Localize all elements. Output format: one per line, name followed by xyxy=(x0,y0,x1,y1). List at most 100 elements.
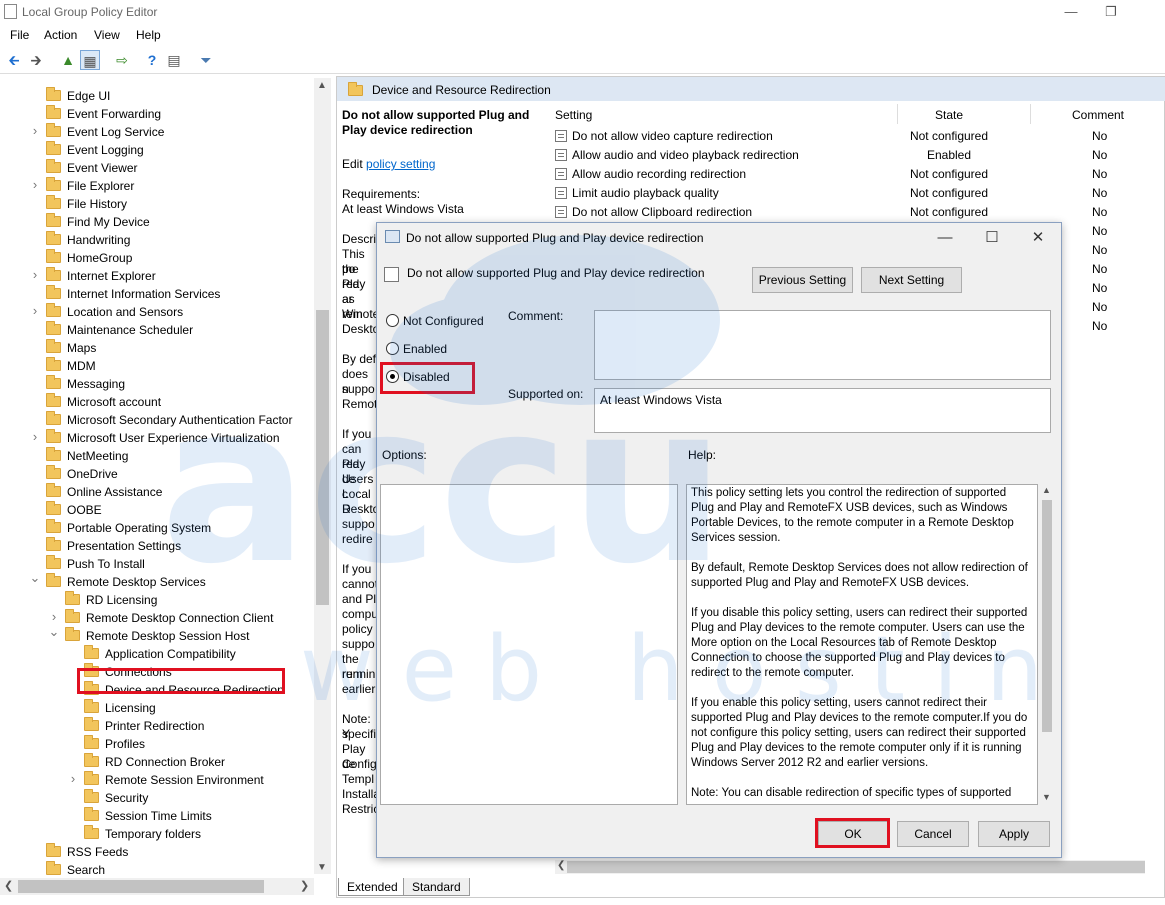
tab-standard[interactable]: Standard xyxy=(403,878,470,896)
tree-item[interactable]: Event Viewer xyxy=(46,159,137,177)
radio-circle[interactable] xyxy=(386,314,399,327)
tree-item[interactable]: Edge UI xyxy=(46,87,110,105)
help-icon[interactable]: ? xyxy=(142,50,162,70)
tree-item[interactable]: Application Compatibility xyxy=(84,645,236,663)
tree-item[interactable]: Remote Desktop Session Host xyxy=(65,627,249,645)
export-list-icon[interactable]: ⇨ xyxy=(112,50,132,70)
column-header-state[interactable]: State xyxy=(935,108,963,122)
collapsed-chevron-icon[interactable]: › xyxy=(29,267,41,282)
scroll-left-icon[interactable]: ❮ xyxy=(4,879,13,892)
tree-item[interactable]: Location and Sensors xyxy=(46,303,183,321)
radio-not-configured[interactable]: Not Configured xyxy=(386,313,484,329)
tree-item[interactable]: Event Logging xyxy=(46,141,144,159)
dialog-minimize-button[interactable]: — xyxy=(930,228,960,248)
apply-button[interactable]: Apply xyxy=(978,821,1050,847)
pane-scroll-left-icon[interactable]: ❮ xyxy=(557,860,565,871)
tree-item[interactable]: Printer Redirection xyxy=(84,717,204,735)
back-arrow-icon[interactable]: 🡰 xyxy=(4,50,24,70)
tree-item[interactable]: Remote Session Environment xyxy=(84,771,264,789)
tree-item[interactable]: Online Assistance xyxy=(46,483,162,501)
dialog-close-button[interactable]: ✕ xyxy=(1023,228,1053,248)
tree-item[interactable]: Remote Desktop Services xyxy=(46,573,206,591)
tree-item[interactable]: Event Log Service xyxy=(46,123,164,141)
settings-row[interactable]: Do not allow Clipboard redirection xyxy=(555,203,752,222)
expanded-chevron-icon[interactable]: ⌄ xyxy=(29,570,41,586)
pane-hscroll-thumb[interactable] xyxy=(567,861,1145,873)
comment-textarea[interactable] xyxy=(594,310,1051,380)
tree-item[interactable]: OOBE xyxy=(46,501,102,519)
tree-item[interactable]: Presentation Settings xyxy=(46,537,181,555)
tree-item[interactable]: Session Time Limits xyxy=(84,807,212,825)
expanded-chevron-icon[interactable]: ⌄ xyxy=(48,624,60,640)
collapsed-chevron-icon[interactable]: › xyxy=(29,177,41,192)
tree-item[interactable]: Profiles xyxy=(84,735,145,753)
tree-item[interactable]: OneDrive xyxy=(46,465,118,483)
column-header-setting[interactable]: Setting xyxy=(555,108,592,122)
tree-item[interactable]: Microsoft account xyxy=(46,393,161,411)
menu-file[interactable]: File xyxy=(10,28,29,42)
collapsed-chevron-icon[interactable]: › xyxy=(29,123,41,138)
tree-item[interactable]: File Explorer xyxy=(46,177,134,195)
previous-setting-button[interactable]: Previous Setting xyxy=(752,267,853,293)
tree-item[interactable]: Security xyxy=(84,789,148,807)
tree-item[interactable]: Microsoft User Experience Virtualization xyxy=(46,429,280,447)
tree-item[interactable]: Maintenance Scheduler xyxy=(46,321,193,339)
help-scroll-down-icon[interactable]: ▼ xyxy=(1042,792,1051,802)
collapsed-chevron-icon[interactable]: › xyxy=(67,771,79,786)
tree-item[interactable]: Remote Desktop Connection Client xyxy=(65,609,273,627)
up-folder-icon[interactable]: ▲ xyxy=(58,50,78,70)
tree-item[interactable]: Event Forwarding xyxy=(46,105,161,123)
tree-item[interactable]: RD Licensing xyxy=(65,591,157,609)
tree-item[interactable]: NetMeeting xyxy=(46,447,128,465)
tree-hscroll-thumb[interactable] xyxy=(18,880,264,893)
settings-row[interactable]: Allow audio recording redirection xyxy=(555,165,746,184)
tree-item[interactable]: Internet Explorer xyxy=(46,267,156,285)
restore-button[interactable]: ❐ xyxy=(1096,2,1126,22)
help-scroll-thumb[interactable] xyxy=(1042,500,1052,732)
settings-row[interactable]: Allow audio and video playback redirecti… xyxy=(555,146,799,165)
help-scroll-up-icon[interactable]: ▲ xyxy=(1042,485,1051,495)
forward-arrow-icon[interactable]: 🡲 xyxy=(26,50,46,70)
menu-view[interactable]: View xyxy=(94,28,120,42)
tree-item[interactable]: Search xyxy=(46,861,105,879)
tree-scroll-thumb[interactable] xyxy=(316,310,329,605)
tree-item[interactable]: Licensing xyxy=(84,699,156,717)
properties-icon[interactable]: ▤ xyxy=(164,50,184,70)
collapsed-chevron-icon[interactable]: › xyxy=(48,609,60,624)
menu-help[interactable]: Help xyxy=(136,28,161,42)
collapsed-chevron-icon[interactable]: › xyxy=(29,429,41,444)
tree-item[interactable]: Portable Operating System xyxy=(46,519,211,537)
scroll-right-icon[interactable]: ❯ xyxy=(300,879,309,892)
cancel-button[interactable]: Cancel xyxy=(897,821,969,847)
settings-row[interactable]: Limit audio playback quality xyxy=(555,184,719,203)
minimize-button[interactable]: — xyxy=(1056,2,1086,22)
tree-item[interactable]: Push To Install xyxy=(46,555,145,573)
policy-tree[interactable]: Edge UI Event Forwarding Event Log Service… xyxy=(0,78,332,898)
dialog-maximize-button[interactable]: ☐ xyxy=(977,228,1007,248)
tree-item[interactable]: Internet Information Services xyxy=(46,285,220,303)
tree-item[interactable]: File History xyxy=(46,195,127,213)
filter-icon[interactable]: ⏷ xyxy=(196,50,216,70)
tree-item[interactable]: Microsoft Secondary Authentication Facto… xyxy=(46,411,292,429)
scroll-down-icon[interactable]: ▼ xyxy=(317,862,327,873)
tree-item[interactable]: Maps xyxy=(46,339,96,357)
tree-item[interactable]: MDM xyxy=(46,357,96,375)
tree-item[interactable]: Messaging xyxy=(46,375,125,393)
tree-item[interactable]: RSS Feeds xyxy=(46,843,128,861)
settings-row[interactable]: Do not allow video capture redirection xyxy=(555,127,773,146)
tab-extended[interactable]: Extended xyxy=(338,878,407,896)
column-header-comment[interactable]: Comment xyxy=(1072,108,1124,122)
collapsed-chevron-icon[interactable]: › xyxy=(29,303,41,318)
menu-action[interactable]: Action xyxy=(44,28,77,42)
tree-item[interactable]: HomeGroup xyxy=(46,249,132,267)
edit-policy-link[interactable]: policy setting xyxy=(366,157,435,171)
radio-enabled[interactable]: Enabled xyxy=(386,341,447,357)
next-setting-button[interactable]: Next Setting xyxy=(861,267,962,293)
show-hide-tree-icon[interactable]: ▦ xyxy=(80,50,100,70)
tree-item[interactable]: Handwriting xyxy=(46,231,130,249)
tree-item[interactable]: Find My Device xyxy=(46,213,150,231)
scroll-up-icon[interactable]: ▲ xyxy=(317,80,327,91)
tree-item[interactable]: RD Connection Broker xyxy=(84,753,225,771)
radio-circle[interactable] xyxy=(386,342,399,355)
tree-item[interactable]: Temporary folders xyxy=(84,825,201,843)
